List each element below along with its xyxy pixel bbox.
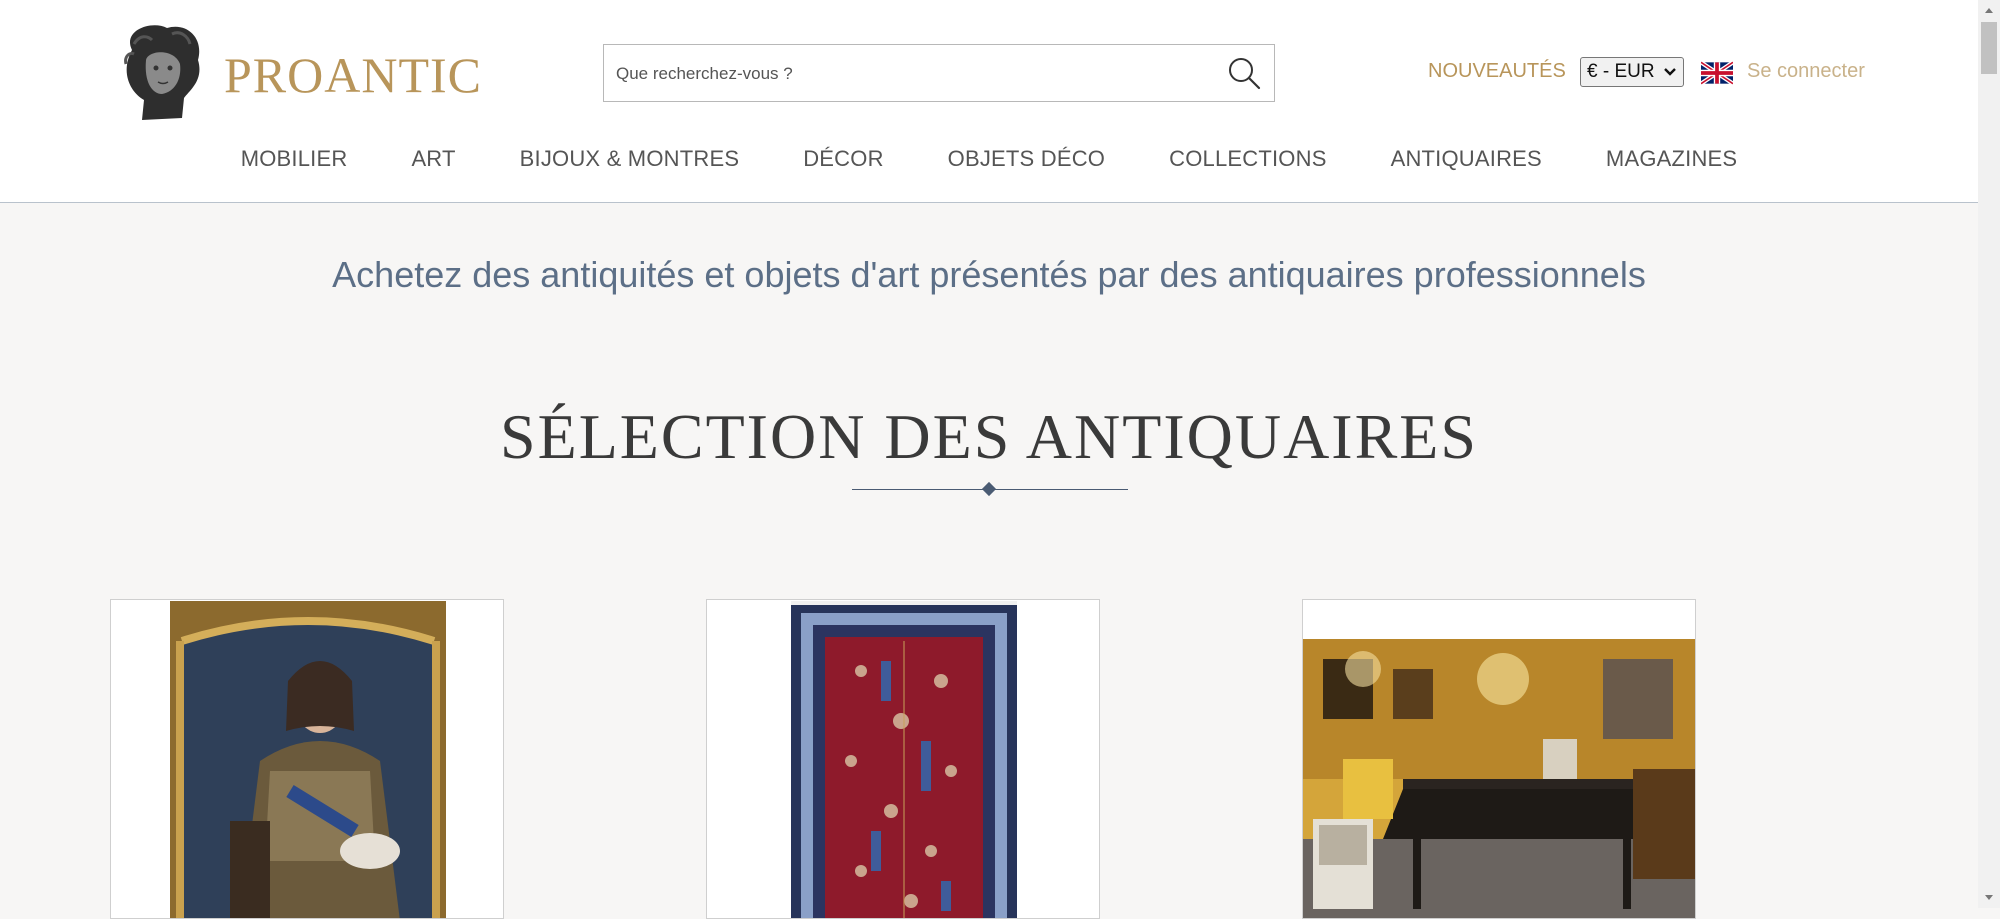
uk-flag-icon[interactable]: [1701, 61, 1733, 85]
nav-item-art[interactable]: ART: [379, 146, 487, 172]
search-box: [603, 44, 1275, 103]
product-card-shop[interactable]: [1302, 599, 1696, 919]
nav-item-decor[interactable]: DÉCOR: [771, 146, 915, 172]
chevron-down-icon: [1664, 68, 1676, 76]
currency-select[interactable]: € - EUR: [1580, 57, 1684, 87]
main-nav: MOBILIER ART BIJOUX & MONTRES DÉCOR OBJE…: [0, 146, 1978, 172]
scroll-up-arrow[interactable]: [1978, 0, 2000, 20]
nav-item-antiquaires[interactable]: ANTIQUAIRES: [1359, 146, 1574, 172]
divider-diamond: [981, 481, 997, 497]
search-icon[interactable]: [1226, 55, 1262, 91]
antique-shop-image: [1303, 639, 1695, 918]
section-title: SÉLECTION DES ANTIQUAIRES: [500, 401, 1478, 472]
logo-bust-icon[interactable]: [112, 20, 208, 122]
site-header: PROANTIC NOUVEAUTÉS € - EUR Se connecter…: [0, 0, 1978, 203]
nouveautes-link[interactable]: NOUVEAUTÉS: [1428, 60, 1566, 83]
nav-item-bijoux-montres[interactable]: BIJOUX & MONTRES: [488, 146, 772, 172]
tagline: Achetez des antiquités et objets d'art p…: [332, 254, 1646, 295]
scroll-thumb[interactable]: [1981, 22, 1997, 74]
scroll-down-arrow[interactable]: [1978, 888, 2000, 908]
nav-item-collections[interactable]: COLLECTIONS: [1137, 146, 1358, 172]
page-scrollbar[interactable]: [1978, 0, 2000, 908]
nav-item-mobilier[interactable]: MOBILIER: [209, 146, 380, 172]
persian-rug-image: [791, 601, 1017, 918]
search-input[interactable]: [614, 45, 1208, 103]
nav-item-objets-deco[interactable]: OBJETS DÉCO: [916, 146, 1137, 172]
logo-text[interactable]: PROANTIC: [224, 46, 482, 104]
product-card-rug[interactable]: [706, 599, 1100, 919]
login-link[interactable]: Se connecter: [1747, 60, 1865, 83]
portrait-painting-image: [170, 601, 446, 918]
nav-item-magazines[interactable]: MAGAZINES: [1574, 146, 1769, 172]
currency-value: € - EUR: [1587, 61, 1655, 82]
product-card-portrait[interactable]: [110, 599, 504, 919]
